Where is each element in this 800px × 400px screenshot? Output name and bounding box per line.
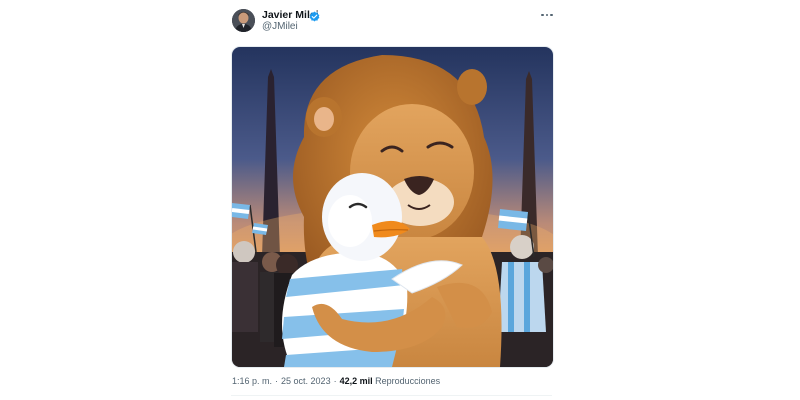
more-options-icon[interactable] bbox=[538, 8, 556, 22]
meta-separator-2: · bbox=[333, 376, 337, 386]
tweet-meta: 1:16 p. m. · 25 oct. 2023 · 42,2 mil Reprodu… bbox=[232, 376, 440, 386]
views-count: 42,2 mil bbox=[339, 376, 373, 386]
verified-badge-icon bbox=[309, 9, 320, 22]
tweet-date[interactable]: 25 oct. 2023 bbox=[281, 376, 331, 386]
meta-separator: · bbox=[275, 376, 279, 386]
author-handle[interactable]: @JMilei bbox=[262, 21, 298, 32]
tweet-time[interactable]: 1:16 p. m. bbox=[232, 376, 272, 386]
tweet: Javier Milei @JMilei 1:16 p. m. · 25 oct… bbox=[216, 0, 568, 400]
author-avatar[interactable] bbox=[232, 9, 255, 32]
divider bbox=[231, 395, 552, 396]
tweet-image[interactable] bbox=[231, 46, 554, 368]
views-label: Reproducciones bbox=[375, 376, 441, 386]
